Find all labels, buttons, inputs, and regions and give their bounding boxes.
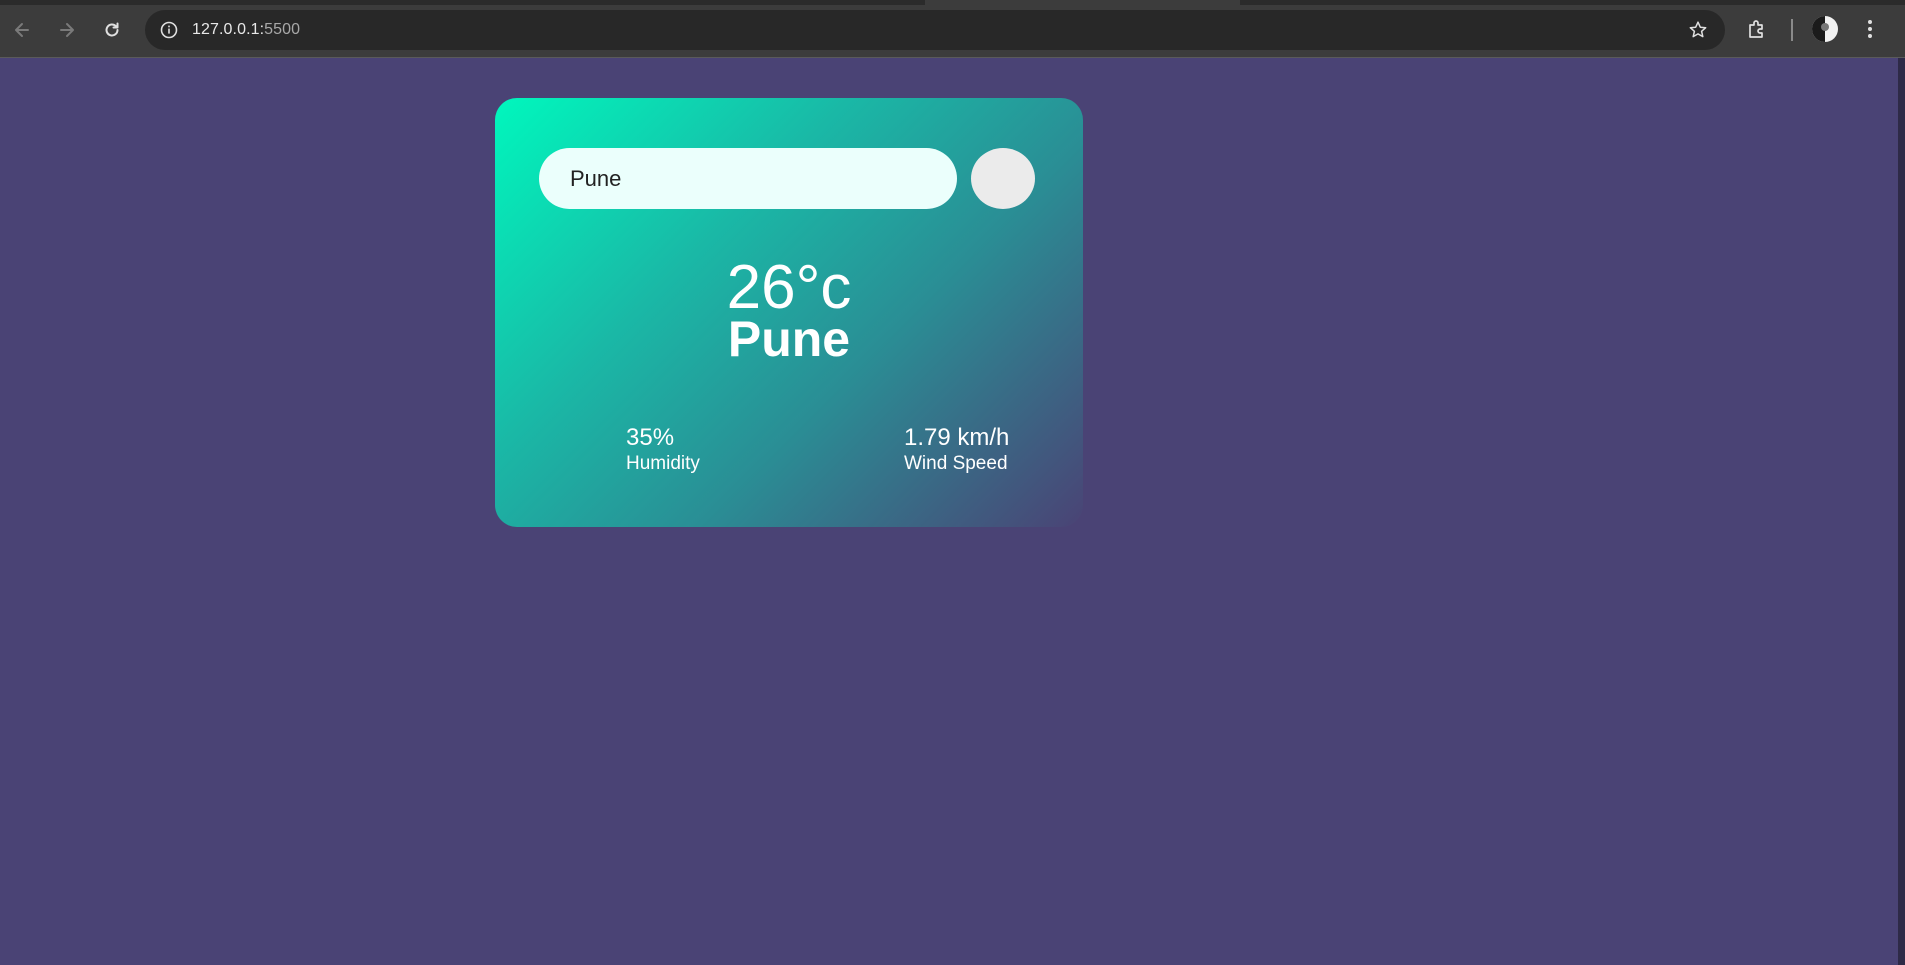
- url-port: 5500: [264, 21, 301, 38]
- forward-arrow-icon: [60, 23, 74, 37]
- browser-toolbar: 127.0.0.1:5500: [0, 0, 1905, 58]
- forward-button[interactable]: [49, 12, 85, 48]
- browser-menu-button[interactable]: [1860, 17, 1880, 41]
- city-search-input[interactable]: [539, 148, 957, 209]
- tab-strip: [0, 0, 1905, 5]
- humidity-value: 35%: [626, 424, 675, 451]
- star-icon: [1689, 21, 1707, 38]
- bookmark-button[interactable]: [1687, 19, 1709, 41]
- extensions-icon: [1749, 20, 1763, 38]
- site-info-button[interactable]: [157, 18, 181, 42]
- humidity-label: Humidity: [626, 453, 700, 474]
- url-host: 127.0.0.1:: [192, 21, 265, 38]
- avatar-face: [1821, 23, 1829, 31]
- extensions-button[interactable]: [1745, 17, 1769, 41]
- url-text[interactable]: 127.0.0.1:5500: [192, 21, 300, 39]
- address-bar[interactable]: 127.0.0.1:5500: [145, 10, 1725, 50]
- tab-strip-highlight: [925, 0, 1240, 5]
- reload-button[interactable]: [94, 12, 130, 48]
- avatar[interactable]: [1812, 16, 1838, 42]
- wind-detail: 1.79 km/h Wind Speed: [904, 424, 1009, 476]
- wind-speed-value: 1.79 km/h: [904, 424, 1010, 451]
- back-arrow-icon: [15, 23, 29, 37]
- reload-icon: [105, 22, 119, 37]
- info-icon: [160, 21, 178, 39]
- back-button[interactable]: [4, 12, 40, 48]
- weather-card: 26°c Pune 35% Humidity 1.79 km/h Wind Sp…: [495, 98, 1083, 527]
- window-edge: [1898, 58, 1905, 965]
- toolbar-divider: [1791, 19, 1793, 41]
- city-name: Pune: [727, 311, 851, 367]
- more-vert-icon: [1868, 20, 1872, 38]
- humidity-detail: 35% Humidity: [626, 424, 700, 476]
- search-button[interactable]: [971, 148, 1035, 209]
- wind-speed-label: Wind Speed: [904, 453, 1008, 474]
